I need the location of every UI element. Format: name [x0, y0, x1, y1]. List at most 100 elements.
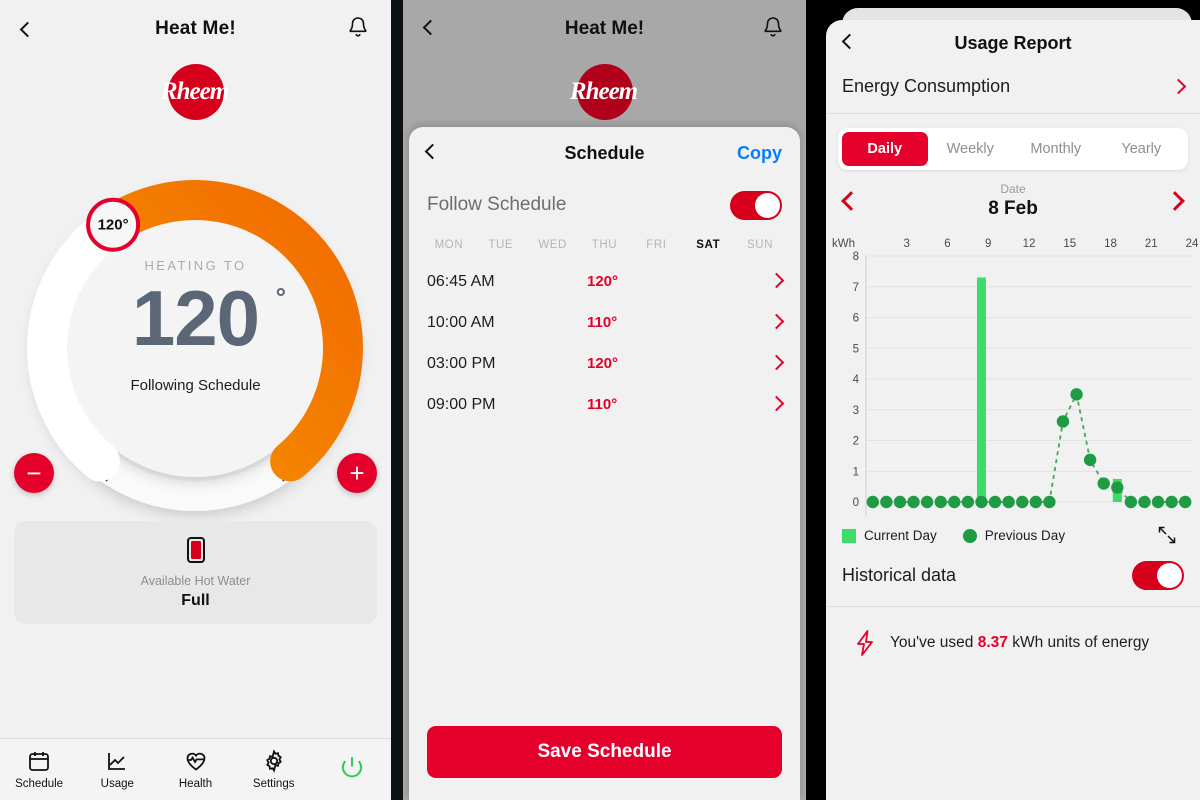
rheem-logo: Rheem	[570, 64, 638, 120]
sheet-back-button[interactable]	[424, 143, 441, 162]
svg-text:120°: 120°	[98, 217, 129, 234]
day-selector: MON TUE WED THU FRI SAT SUN	[409, 231, 800, 261]
tab-usage[interactable]: Usage	[78, 749, 156, 790]
tab-usage-label: Usage	[100, 778, 134, 790]
save-schedule-button[interactable]: Save Schedule	[427, 726, 782, 778]
schedule-row[interactable]: 09:00 PM 110°	[409, 384, 800, 425]
schedule-time: 10:00 AM	[427, 313, 495, 331]
day-tab-sun[interactable]: SUN	[734, 239, 786, 251]
segment-monthly[interactable]: Monthly	[1013, 132, 1099, 166]
hot-water-value: Full	[181, 591, 210, 609]
expand-diagonal-icon[interactable]	[1156, 524, 1178, 551]
chevron-right-icon	[768, 395, 785, 411]
svg-text:15: 15	[1063, 238, 1076, 250]
svg-text:3: 3	[904, 238, 910, 250]
svg-text:7: 7	[853, 282, 859, 294]
available-hot-water-card: Available Hot Water Full	[14, 521, 377, 624]
legend-current-day: Current Day	[842, 528, 937, 543]
energy-consumption-row[interactable]: Energy Consumption	[826, 66, 1200, 114]
period-segmented-control: Daily Weekly Monthly Yearly	[838, 128, 1188, 170]
increase-temperature-button[interactable]: +	[337, 453, 377, 493]
svg-text:2: 2	[853, 436, 859, 448]
temperature-value: 120 °	[132, 279, 286, 357]
decrease-temperature-button[interactable]: −	[14, 453, 54, 493]
day-tab-fri[interactable]: FRI	[630, 239, 682, 251]
legend-label: Previous Day	[984, 528, 1066, 543]
follow-schedule-row: Follow Schedule	[409, 179, 800, 231]
usage-report-card: Usage Report Energy Consumption Daily Wee…	[826, 20, 1200, 800]
svg-text:0: 0	[853, 497, 859, 509]
chevron-left-icon	[422, 19, 439, 36]
tab-health[interactable]: Health	[156, 749, 234, 790]
row-chevron	[768, 354, 785, 373]
panel-home: Heat Me! Rheem 120° HEATING TO 120 ° Fol…	[0, 0, 391, 800]
segment-weekly[interactable]: Weekly	[928, 132, 1014, 166]
energy-used-prefix: You've used	[890, 634, 974, 651]
chevron-right-icon	[768, 272, 785, 288]
chevron-left-icon	[424, 143, 441, 160]
chevron-right-icon	[768, 354, 785, 370]
panel-schedule: Heat Me! Rheem Schedule Copy Follow Sche…	[403, 0, 806, 800]
home-topbar: Heat Me!	[0, 0, 391, 58]
schedule-temperature: 110°	[587, 396, 618, 413]
temperature-gauge[interactable]: 120° HEATING TO 120 ° Following Schedule	[0, 130, 391, 530]
historical-data-toggle[interactable]	[1132, 561, 1184, 590]
schedule-temperature: 120°	[587, 355, 619, 372]
next-date-button[interactable]	[1165, 191, 1185, 211]
follow-schedule-label: Follow Schedule	[427, 194, 567, 215]
back-button[interactable]	[19, 21, 48, 37]
schedule-sheet: Schedule Copy Follow Schedule MON TUE WED T…	[409, 127, 800, 800]
power-icon	[341, 757, 363, 778]
page-title: Usage Report	[954, 32, 1072, 53]
energy-consumption-label: Energy Consumption	[842, 76, 1011, 96]
page-title: Heat Me!	[564, 18, 645, 39]
segment-yearly[interactable]: Yearly	[1099, 132, 1185, 166]
energy-usage-chart[interactable]: 0 1 2 3 4 5 6 7 8 kWh 3 6 9 12 15 18 21 24	[830, 234, 1199, 524]
bell-icon[interactable]	[347, 15, 369, 44]
chevron-right-icon	[1170, 78, 1187, 95]
page-title: Heat Me!	[155, 18, 236, 39]
legend-previous-day: Previous Day	[962, 528, 1066, 543]
current-day-swatch-icon	[842, 528, 856, 543]
chevron-left-icon	[19, 21, 36, 37]
day-tab-wed[interactable]: WED	[527, 239, 579, 251]
follow-schedule-toggle[interactable]	[730, 190, 782, 220]
water-tank-icon	[186, 536, 205, 563]
row-chevron	[768, 272, 785, 291]
svg-text:4: 4	[853, 374, 860, 386]
tab-power[interactable]	[313, 754, 391, 785]
bell-icon[interactable]	[762, 15, 784, 44]
usage-report-header: Usage Report	[826, 20, 1200, 66]
svg-text:24: 24	[1186, 238, 1199, 250]
day-tab-sat[interactable]: SAT	[682, 239, 734, 251]
temperature-number: 120	[131, 274, 260, 362]
segment-daily[interactable]: Daily	[842, 132, 928, 166]
day-tab-thu[interactable]: THU	[579, 239, 631, 251]
degree-symbol: °	[275, 282, 286, 312]
tab-health-label: Health	[178, 778, 213, 790]
previous-day-swatch-icon	[962, 528, 977, 543]
schedule-row[interactable]: 06:45 AM 120°	[409, 261, 800, 302]
schedule-row[interactable]: 10:00 AM 110°	[409, 302, 800, 343]
tab-schedule[interactable]: Schedule	[0, 749, 78, 790]
svg-text:6: 6	[853, 313, 859, 325]
copy-button[interactable]: Copy	[737, 143, 782, 164]
schedule-sheet-header: Schedule Copy	[409, 127, 800, 179]
svg-text:8: 8	[853, 251, 859, 263]
svg-text:3: 3	[853, 405, 859, 417]
gauge-readout: HEATING TO 120 ° Following Schedule	[0, 258, 391, 394]
gauge-status: Following Schedule	[130, 377, 261, 395]
bottom-tabbar: Schedule Usage Health Settings	[0, 738, 391, 800]
day-tab-mon[interactable]: MON	[423, 239, 475, 251]
back-button[interactable]	[422, 19, 439, 38]
schedule-rows: 06:45 AM 120° 10:00 AM 110° 03:00 PM 120° 09:0…	[409, 261, 800, 425]
day-tab-tue[interactable]: TUE	[475, 239, 527, 251]
historical-data-label: Historical data	[842, 565, 957, 585]
energy-used-text: You've used 8.37 kWh units of energy	[890, 634, 1149, 652]
schedule-row[interactable]: 03:00 PM 120°	[409, 343, 800, 384]
energy-used-summary: You've used 8.37 kWh units of energy	[826, 607, 1200, 657]
gauge-thumb[interactable]: 120°	[86, 197, 141, 252]
toggle-knob	[1157, 563, 1182, 588]
tab-settings[interactable]: Settings	[235, 749, 313, 790]
historical-data-row: Historical data	[826, 543, 1200, 607]
